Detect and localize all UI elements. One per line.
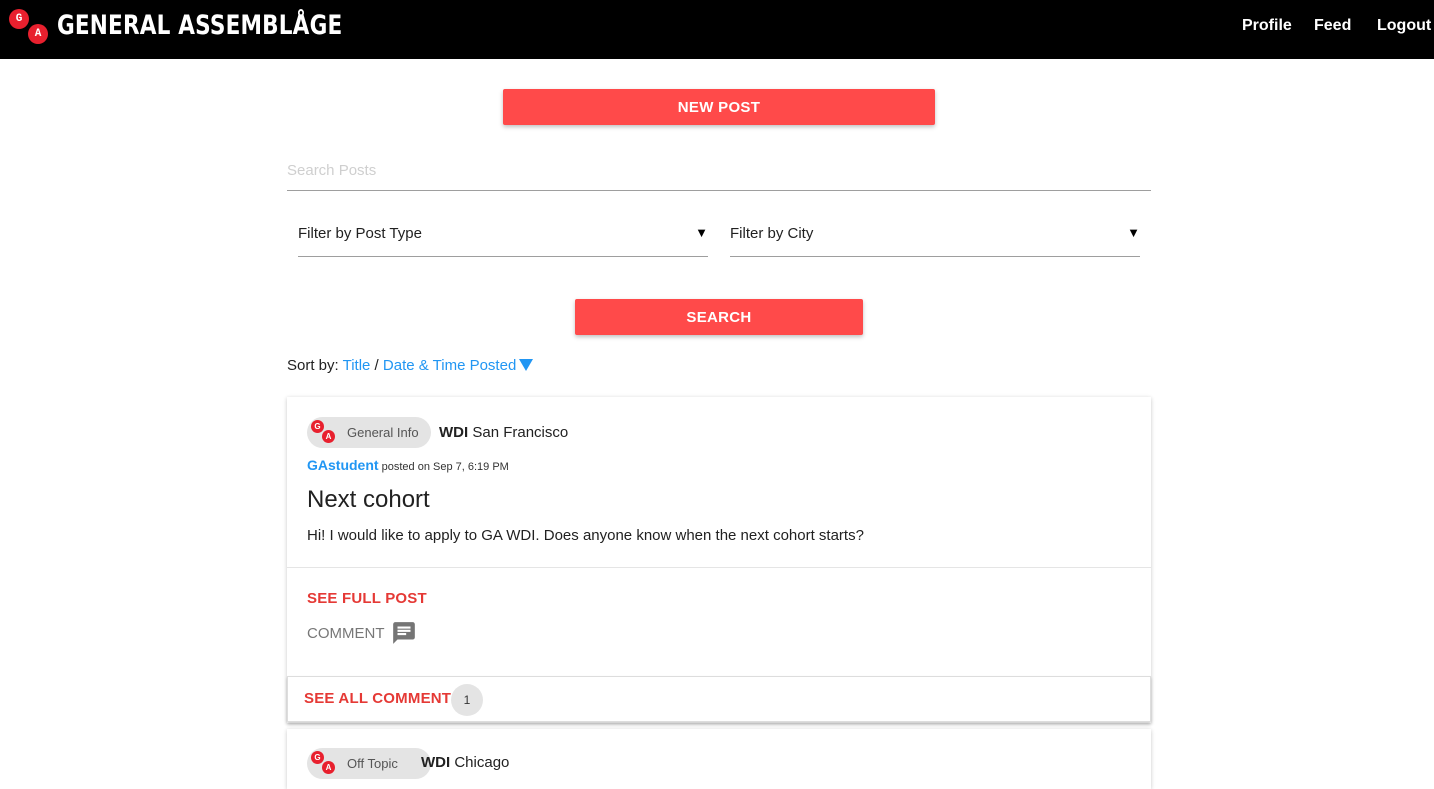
avatar-letter-a: A <box>322 430 335 443</box>
post-card: G A Off Topic WDI Chicago <box>287 729 1151 789</box>
nav-profile-link[interactable]: Profile <box>1242 17 1292 35</box>
top-navbar: G A GENERAL ASSEMBLÅGE Profile Feed Logo… <box>0 0 1434 59</box>
nav-logout-link[interactable]: Logout <box>1377 17 1431 35</box>
filter-post-type-label: Filter by Post Type <box>298 225 422 242</box>
post-program: WDI <box>421 754 451 771</box>
filter-city-label: Filter by City <box>730 225 814 242</box>
dropdown-arrow-icon: ▼ <box>695 225 708 240</box>
new-post-button[interactable]: NEW POST <box>503 89 935 125</box>
post-body: Hi! I would like to apply to GA WDI. Doe… <box>307 527 864 544</box>
sort-descending-icon[interactable] <box>519 359 534 371</box>
avatar-letter-g: G <box>311 751 324 764</box>
ga-avatar-icon: G A <box>311 420 337 446</box>
see-all-comments-bar[interactable]: SEE ALL COMMENTS 1 <box>287 676 1151 722</box>
see-all-comments-label: SEE ALL COMMENTS <box>304 690 462 707</box>
ga-avatar-icon: G A <box>311 751 337 777</box>
post-type-label: Off Topic <box>347 756 398 771</box>
search-button[interactable]: SEARCH <box>575 299 863 335</box>
comment-count-badge: 1 <box>451 684 483 716</box>
comment-label: COMMENT <box>307 624 385 642</box>
comment-button[interactable]: COMMENT <box>307 620 417 646</box>
sort-prefix: Sort by: <box>287 357 339 374</box>
post-timestamp: posted on Sep 7, 6:19 PM <box>381 461 509 473</box>
sort-separator: / <box>374 357 379 374</box>
comment-icon <box>392 622 415 644</box>
filter-city-select[interactable]: Filter by City ▼ <box>730 214 1140 257</box>
post-location: WDI Chicago <box>421 754 509 771</box>
dropdown-arrow-icon: ▼ <box>1127 225 1140 240</box>
post-program: WDI <box>439 424 469 441</box>
nav-feed-link[interactable]: Feed <box>1314 17 1351 35</box>
post-location: WDI San Francisco <box>439 424 568 441</box>
see-full-post-link[interactable]: SEE FULL POST <box>307 590 427 607</box>
post-author-link[interactable]: GAstudent <box>307 457 379 473</box>
post-city: Chicago <box>454 754 510 771</box>
post-meta: GAstudent posted on Sep 7, 6:19 PM <box>307 457 509 473</box>
sort-controls: Sort by: Title / Date & Time Posted <box>287 357 534 374</box>
post-type-label: General Info <box>347 425 419 440</box>
sort-by-date-link[interactable]: Date & Time Posted <box>383 357 516 374</box>
logo-letter-g: G <box>9 9 29 29</box>
logo-letter-a: A <box>28 24 48 44</box>
post-title: Next cohort <box>307 486 430 513</box>
post-type-chip: G A Off Topic <box>307 748 431 779</box>
avatar-letter-a: A <box>322 761 335 774</box>
avatar-letter-g: G <box>311 420 324 433</box>
post-city: San Francisco <box>472 424 569 441</box>
post-type-chip: G A General Info <box>307 417 431 448</box>
sort-by-title-link[interactable]: Title <box>343 357 371 374</box>
ga-logo-icon[interactable]: G A <box>9 9 51 45</box>
search-posts-input[interactable] <box>287 150 1151 191</box>
card-divider <box>287 567 1151 568</box>
filter-post-type-select[interactable]: Filter by Post Type ▼ <box>298 214 708 257</box>
brand-title[interactable]: GENERAL ASSEMBLÅGE <box>57 10 342 41</box>
post-card: G A General Info WDI San Francisco GAstu… <box>287 397 1151 723</box>
